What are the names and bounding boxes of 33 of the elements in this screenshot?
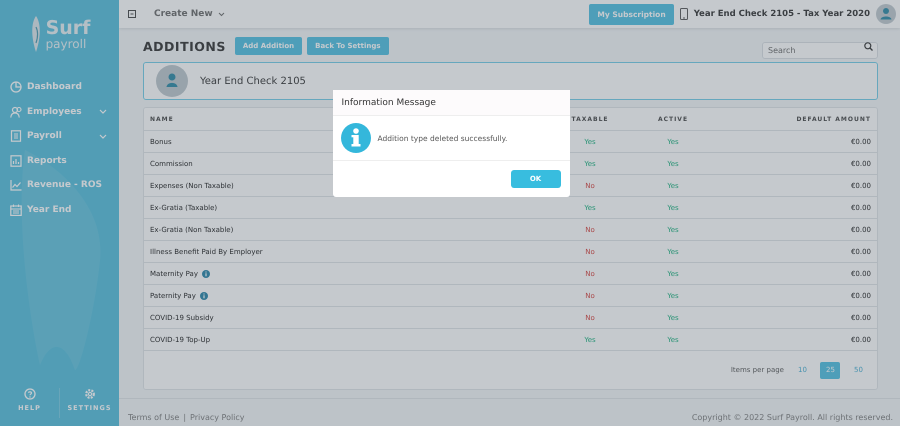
calendar-icon bbox=[10, 204, 22, 216]
tablet-icon bbox=[680, 8, 688, 20]
nav-item[interactable]: Payroll bbox=[0, 125, 119, 148]
nav-item[interactable]: Dashboard bbox=[0, 76, 119, 98]
company-name: Year End Check 2105 - Tax Year 2020 bbox=[694, 9, 870, 19]
page-title: ADDITIONS bbox=[143, 38, 226, 54]
logo-word: Surf bbox=[46, 18, 90, 38]
footer-link[interactable]: Terms of Use bbox=[128, 412, 180, 422]
settings-icon bbox=[84, 388, 96, 400]
user-avatar-icon bbox=[876, 4, 896, 24]
collapse-icon bbox=[128, 10, 136, 18]
nav-item[interactable]: Reports bbox=[0, 150, 119, 172]
report-icon bbox=[10, 154, 22, 167]
pie-chart-icon bbox=[10, 81, 22, 94]
nav-item[interactable]: Revenue - ROS bbox=[0, 174, 119, 196]
nav-item[interactable]: Year End bbox=[0, 198, 119, 221]
people-icon bbox=[10, 106, 22, 118]
line-chart-icon bbox=[10, 179, 22, 192]
footer-link[interactable]: Privacy Policy bbox=[190, 412, 245, 422]
employer-name: Year End Check 2105 bbox=[200, 76, 306, 86]
chevron-down-icon bbox=[218, 12, 225, 16]
search-icon bbox=[864, 42, 873, 50]
user-avatar-icon bbox=[156, 65, 188, 97]
logo-subtitle: payroll bbox=[46, 38, 88, 50]
help-icon bbox=[24, 388, 36, 400]
info-icon bbox=[340, 123, 370, 153]
document-icon bbox=[10, 130, 22, 142]
create-new-dropdown[interactable]: Create New bbox=[154, 9, 225, 19]
nav-item[interactable]: Employees bbox=[0, 100, 119, 123]
separator: | bbox=[183, 412, 186, 422]
search-field[interactable]: Search bbox=[762, 42, 878, 58]
copyright-text: Copyright © 2022 Surf Payroll. All rights reserved. bbox=[692, 412, 893, 422]
dialog-title: Information Message bbox=[332, 90, 570, 116]
